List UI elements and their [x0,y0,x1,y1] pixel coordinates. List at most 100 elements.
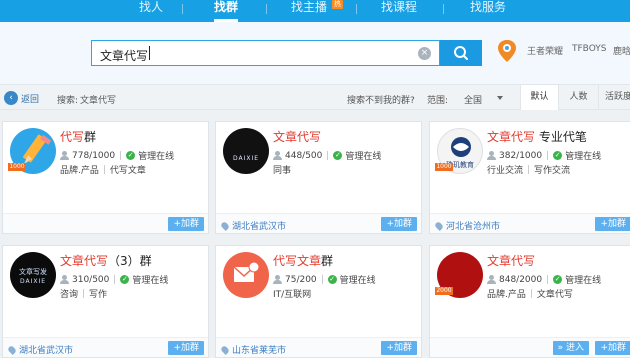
tag: 行业交流 [487,166,524,176]
results-grid: 1000 代写群 778/1000 ✓ 管理在线 品牌.产品 代写文章 +加群 … [0,110,630,358]
location-pin-icon [434,220,444,231]
hot-word[interactable]: 鹿晗 [613,44,630,57]
sort-tab-activity[interactable]: 活跃度 [598,85,630,110]
location-text: 湖北省武汉市 [19,346,74,356]
filter-bar: ‹ 返回 搜索: 文章代写 搜索不到我的群? 范围: 全国 默认 人数 活跃度 [0,84,630,110]
search-input[interactable]: 文章代写 × [91,40,440,66]
location-text: 河北省沧州市 [446,222,501,232]
level-badge: 1000 [435,163,453,171]
location[interactable]: 湖北省武汉市 [220,219,287,232]
nav-find-groups-label: 找群 [214,0,239,14]
group-tags: 品牌.产品 代写文章 [60,163,146,176]
group-name-rest: 群 [321,254,334,268]
divider [530,289,532,298]
group-meta: 75/200 ✓ 管理在线 [273,273,376,286]
search-button[interactable] [440,40,482,66]
sort-tab-members[interactable]: 人数 [558,85,598,110]
group-tags: 品牌.产品 文章代写 [487,287,573,300]
tag: 写作 [89,290,108,300]
member-count: 382/1000 [499,150,543,161]
tag: 品牌.产品 [60,166,99,176]
group-tags: IT/互联网 [273,287,311,300]
hot-word[interactable]: 王者荣耀 [527,44,563,57]
join-group-button[interactable]: +加群 [168,217,204,231]
location-pin-icon[interactable] [496,38,518,67]
group-meta: 310/500 ✓ 管理在线 [60,273,168,286]
sort-tab-default[interactable]: 默认 [520,85,558,110]
members-icon [60,151,69,160]
tag: 同事 [273,166,292,176]
not-found-link[interactable]: 搜索不到我的群? [347,93,415,106]
admin-status: 管理在线 [339,276,376,286]
tag: 咨询 [60,290,79,300]
chevron-down-icon[interactable] [497,96,503,100]
group-card[interactable]: 珠玑教育 1000 文章代写 专业代笔 382/1000 ✓ 管理在线 行业交流… [429,121,630,234]
search-query-text: 文章代写 [100,49,149,63]
join-group-button[interactable]: +加群 [595,341,630,355]
admin-status: 管理在线 [138,152,175,162]
group-card[interactable]: 文章写发 DAIXIE 文章代写（3）群 310/500 ✓ 管理在线 咨询 写… [2,245,209,358]
check-icon: ✓ [327,275,337,284]
group-card[interactable]: 1000 代写群 778/1000 ✓ 管理在线 品牌.产品 代写文章 +加群 [2,121,209,234]
location[interactable]: 湖北省武汉市 [7,343,74,356]
back-arrow-icon: ‹ [4,91,18,105]
group-name-highlight: 代写文章 [273,254,322,268]
tag: 写作交流 [534,166,571,176]
members-icon [273,275,282,284]
group-name[interactable]: 文章代写 [487,252,535,269]
member-count: 778/1000 [72,150,116,161]
group-card[interactable]: 2000 文章代写 848/2000 ✓ 管理在线 品牌.产品 文章代写 » 进… [429,245,630,358]
members-icon [60,275,69,284]
nav-find-course[interactable]: 找课程 [381,0,417,22]
group-name[interactable]: 文章代写 [273,128,321,145]
group-card[interactable]: 代写文章群 75/200 ✓ 管理在线 IT/互联网 山东省莱芜市 +加群 [215,245,422,358]
nav-find-people[interactable]: 找人 [139,0,163,22]
join-group-button[interactable]: +加群 [595,217,630,231]
group-name[interactable]: 代写群 [60,128,96,145]
divider [114,275,116,284]
back-button[interactable]: ‹ 返回 [4,91,39,105]
tag: 品牌.产品 [487,290,526,300]
nav-divider [356,4,357,14]
location-pin-icon [220,344,230,355]
divider [547,151,549,160]
join-group-button[interactable]: +加群 [381,341,417,355]
range-select[interactable]: 全国 [464,93,482,106]
members-icon [487,275,496,284]
nav-divider [266,4,267,14]
nav-find-host[interactable]: 找主播 [291,0,327,22]
level-badge: 1000 [8,163,26,171]
group-name-rest: 专业代笔 [535,130,587,144]
join-group-button[interactable]: +加群 [381,217,417,231]
location[interactable]: 河北省沧州市 [434,219,501,232]
hot-badge: 热 [332,0,343,9]
range-label: 范围: [427,96,449,106]
enter-group-button[interactable]: » 进入 [552,341,589,355]
clear-icon[interactable]: × [418,47,431,60]
hot-word[interactable]: TFBOYS [572,44,607,54]
group-name[interactable]: 文章代写（3）群 [60,252,152,269]
divider [321,275,323,284]
group-tags: 行业交流 写作交流 [487,163,570,176]
location-text: 湖北省武汉市 [232,222,287,232]
avatar-subtext: DAIXIE [19,278,47,285]
tag: 代写文章 [109,166,146,176]
location[interactable]: 山东省莱芜市 [220,343,286,356]
card-footer: » 进入 +加群 [430,337,630,357]
join-group-button[interactable]: +加群 [168,341,204,355]
nav-find-groups[interactable]: 找群 [214,0,239,22]
enter-label: 进入 [565,343,584,353]
group-name-rest: （3）群 [108,254,152,268]
location-pin-icon [7,344,17,355]
mail-icon [233,261,260,282]
group-name-highlight: 文章代写 [487,254,536,268]
group-name[interactable]: 代写文章群 [273,252,333,269]
nav-find-service[interactable]: 找服务 [470,0,506,22]
group-card[interactable]: DAIXIE 文章代写 448/500 ✓ 管理在线 同事 湖北省武汉市 +加群 [215,121,422,234]
card-footer: 河北省沧州市 +加群 [430,213,630,233]
card-footer: 湖北省武汉市 +加群 [3,337,208,357]
admin-status: 管理在线 [565,152,602,162]
divider [120,151,122,160]
group-meta: 448/500 ✓ 管理在线 [273,149,381,162]
group-name[interactable]: 文章代写 专业代笔 [487,128,587,145]
